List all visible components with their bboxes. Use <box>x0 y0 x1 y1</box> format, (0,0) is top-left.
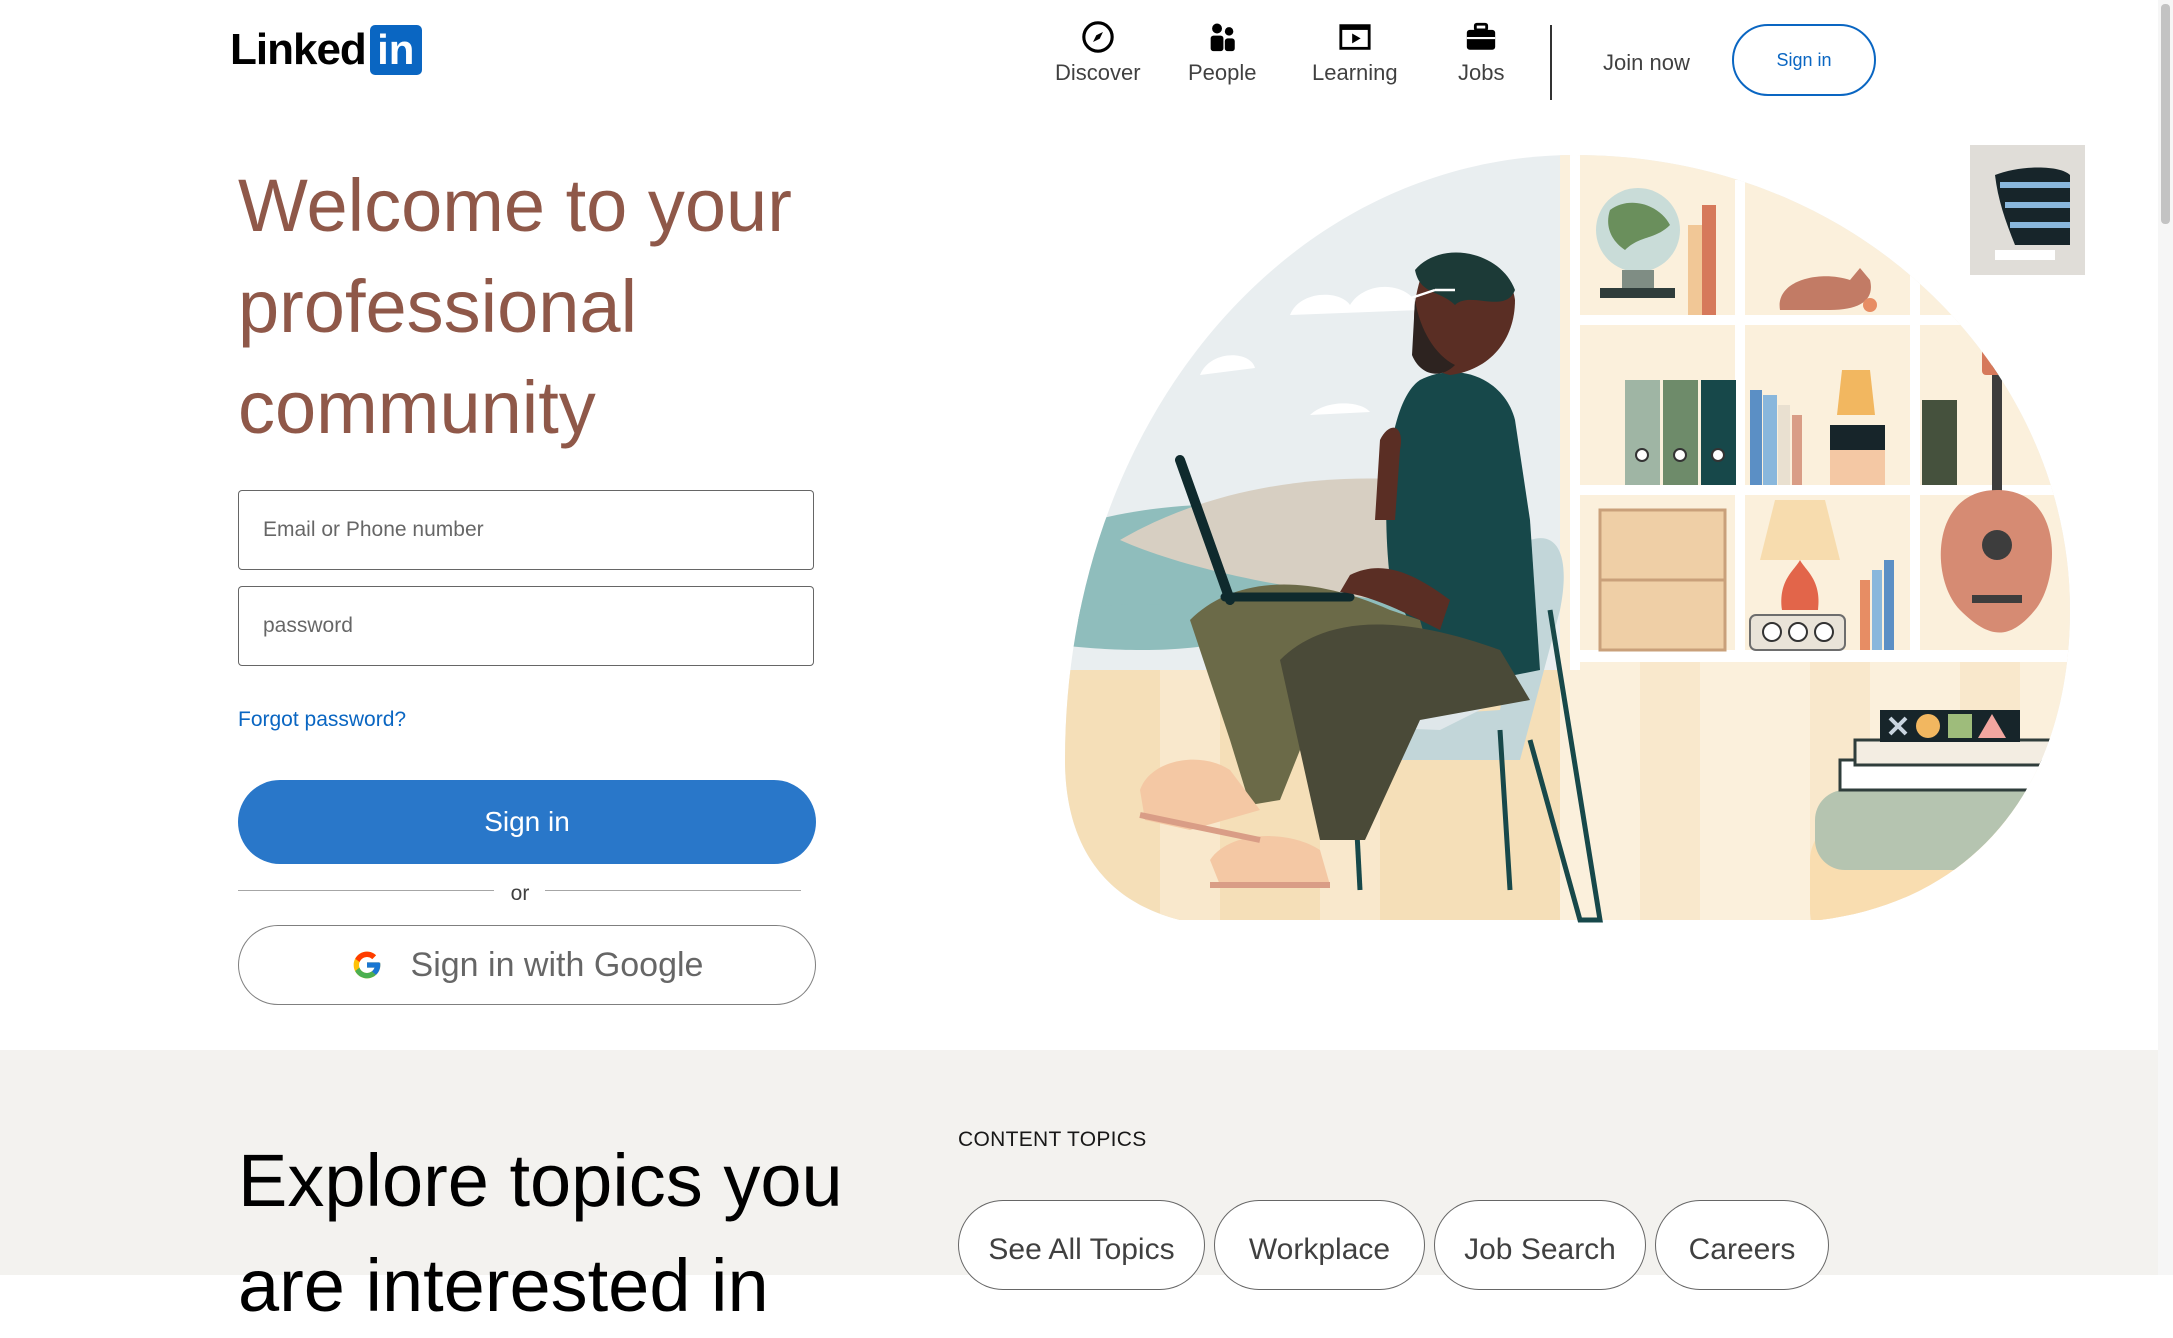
wall-picture <box>1970 145 2085 275</box>
explore-title: Explore topics you are interested in <box>238 1128 888 1338</box>
hero-title-line-2: professional <box>238 265 638 348</box>
topic-pill-see-all[interactable]: See All Topics <box>958 1200 1205 1290</box>
people-icon <box>1210 23 1235 52</box>
google-icon <box>353 951 380 979</box>
nav-jobs[interactable]: Jobs <box>1458 20 1504 86</box>
nav-sign-in-button[interactable]: Sign in <box>1732 24 1876 96</box>
linkedin-logo[interactable]: Linked in <box>230 25 422 75</box>
content-topics-heading: CONTENT TOPICS <box>958 1128 1147 1151</box>
or-label: or <box>510 882 530 905</box>
video-play-icon <box>1339 24 1371 50</box>
or-divider-left <box>238 890 494 891</box>
google-sign-in-label: Sign in with Google <box>410 945 704 984</box>
compass-icon <box>1082 21 1114 53</box>
forgot-password-link[interactable]: Forgot password? <box>238 708 406 732</box>
briefcase-icon <box>1467 22 1496 50</box>
hero-title-line-1: Welcome to your <box>238 164 792 247</box>
google-sign-in-button[interactable]: Sign in with Google <box>238 925 816 1005</box>
join-now-link[interactable]: Join now <box>1603 50 1690 76</box>
nav-people[interactable]: People <box>1188 20 1257 86</box>
explore-title-line-1: Explore topics you <box>238 1139 843 1222</box>
logo-in-box: in <box>369 25 422 75</box>
topic-pill-careers[interactable]: Careers <box>1655 1200 1829 1290</box>
topic-pill-workplace[interactable]: Workplace <box>1214 1200 1425 1290</box>
hero-illustration <box>1065 145 2085 923</box>
password-field[interactable] <box>238 586 814 666</box>
hero-title: Welcome to your professional community <box>238 155 858 458</box>
topic-pill-job-search[interactable]: Job Search <box>1434 1200 1646 1290</box>
nav-divider <box>1550 25 1552 100</box>
nav-discover[interactable]: Discover <box>1055 20 1141 86</box>
hero-title-line-3: community <box>238 366 596 449</box>
nav-people-label: People <box>1188 60 1257 85</box>
nav-discover-label: Discover <box>1055 60 1141 85</box>
nav-learning-label: Learning <box>1312 60 1398 85</box>
nav-jobs-label: Jobs <box>1458 60 1505 85</box>
explore-title-line-2: are interested in <box>238 1244 769 1327</box>
sign-in-button[interactable]: Sign in <box>238 780 816 864</box>
email-field[interactable] <box>238 490 814 570</box>
scrollbar-thumb[interactable] <box>2161 4 2170 224</box>
nav-learning[interactable]: Learning <box>1312 20 1398 86</box>
or-divider-right <box>545 890 801 891</box>
logo-wordmark: Linked <box>230 25 367 74</box>
